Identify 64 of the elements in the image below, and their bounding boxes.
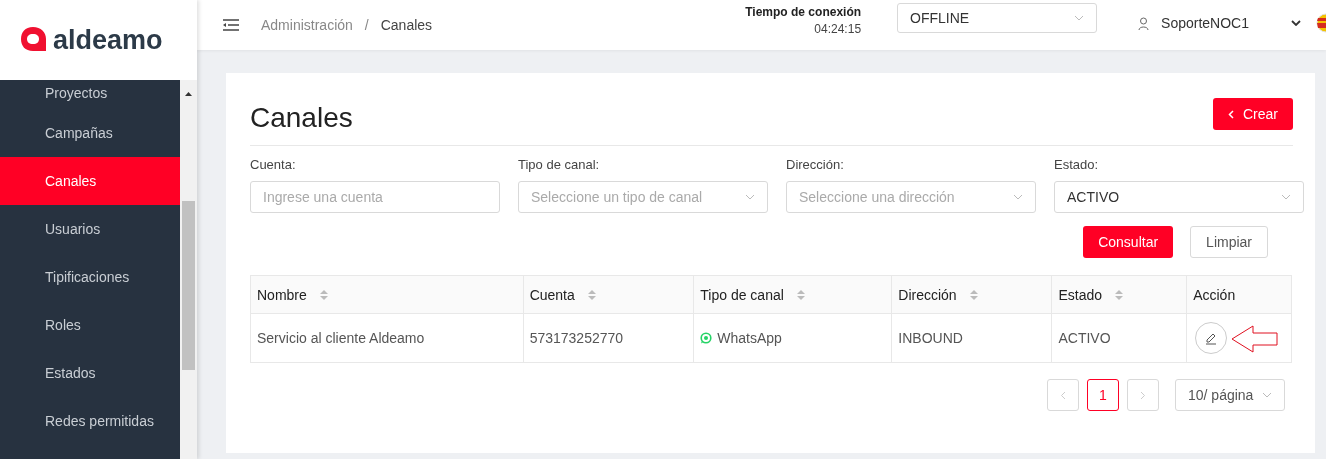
select-field[interactable]: ACTIVO bbox=[1054, 181, 1304, 213]
pencil-icon bbox=[1204, 331, 1219, 345]
page-button[interactable]: 1 bbox=[1087, 379, 1119, 411]
user-name[interactable]: SoporteNOC1 bbox=[1161, 15, 1249, 31]
chevron-down-icon bbox=[1013, 194, 1023, 200]
sort-icon[interactable] bbox=[969, 288, 978, 301]
chevron-right-icon bbox=[1140, 390, 1146, 400]
page-title: Canales bbox=[250, 102, 353, 134]
previous-page-button[interactable] bbox=[1047, 379, 1079, 411]
table-cell: 573173252770 bbox=[523, 313, 694, 363]
column-header[interactable]: Cuenta bbox=[523, 275, 694, 314]
scrollbar[interactable] bbox=[180, 80, 197, 459]
sidebar-item[interactable]: Proyectos bbox=[0, 80, 180, 109]
next-page-button[interactable] bbox=[1127, 379, 1159, 411]
breadcrumb-separator: / bbox=[364, 17, 369, 33]
column-header: Acción bbox=[1186, 275, 1292, 314]
sort-icon[interactable] bbox=[587, 288, 596, 301]
sidebar-item[interactable]: Canales bbox=[0, 157, 180, 205]
sidebar-item[interactable]: Estados bbox=[0, 349, 180, 397]
filter-label: Estado: bbox=[1054, 157, 1100, 172]
breadcrumb-current: Canales bbox=[380, 17, 433, 33]
sort-icon[interactable] bbox=[796, 288, 805, 301]
column-header[interactable]: Tipo de canal bbox=[693, 275, 892, 314]
sidebar-item[interactable]: Roles bbox=[0, 301, 180, 349]
table-cell: WhatsApp bbox=[693, 313, 892, 363]
whatsapp-icon bbox=[700, 331, 713, 344]
page-size-select[interactable]: 10/ página bbox=[1175, 379, 1285, 411]
sort-icon[interactable] bbox=[1115, 288, 1124, 301]
filter-label: Dirección: bbox=[786, 157, 845, 172]
chevron-down-icon bbox=[1074, 15, 1085, 21]
chevron-left-icon bbox=[1228, 109, 1234, 119]
sidebar-item[interactable]: Usuarios bbox=[0, 205, 180, 253]
chevron-down-icon bbox=[1262, 392, 1272, 398]
connection-time: 04:24:15 bbox=[814, 21, 862, 38]
chevron-down-icon[interactable] bbox=[1291, 20, 1301, 26]
menu-icon[interactable] bbox=[223, 19, 239, 31]
sidebar-item[interactable]: Tipificaciones bbox=[0, 253, 180, 301]
arrow-drawing bbox=[1231, 325, 1280, 353]
table-cell: Servicio al cliente Aldeamo bbox=[250, 313, 524, 363]
connection-label: Tiempo de conexión bbox=[745, 4, 862, 21]
sidebar-item[interactable]: Campañas bbox=[0, 109, 180, 157]
brand-name: aldeamo bbox=[53, 24, 163, 56]
flag-icon[interactable] bbox=[1316, 13, 1326, 33]
input-field[interactable]: Ingrese una cuenta bbox=[250, 181, 500, 213]
column-header[interactable]: Nombre bbox=[250, 275, 524, 314]
sort-icon[interactable] bbox=[319, 288, 328, 301]
filter-label: Cuenta: bbox=[250, 157, 297, 172]
table-cell: INBOUND bbox=[891, 313, 1052, 363]
user-icon bbox=[1138, 16, 1150, 30]
breadcrumb-link[interactable]: Administración bbox=[261, 17, 353, 33]
column-header[interactable]: Dirección bbox=[891, 275, 1052, 314]
table-cell: ACTIVO bbox=[1051, 313, 1187, 363]
chevron-down-icon bbox=[745, 194, 755, 200]
column-header[interactable]: Estado bbox=[1051, 275, 1187, 314]
filter-label: Tipo de canal: bbox=[518, 157, 601, 172]
scroll-up-icon[interactable] bbox=[185, 92, 192, 96]
status-select[interactable]: OFFLINE bbox=[897, 3, 1098, 33]
search-button[interactable]: Consultar bbox=[1083, 226, 1174, 258]
edit-button[interactable] bbox=[1195, 322, 1228, 354]
chevron-down-icon bbox=[1281, 194, 1291, 200]
clear-button[interactable]: Limpiar bbox=[1190, 226, 1268, 258]
chevron-left-icon bbox=[1060, 390, 1066, 400]
sidebar-item[interactable]: Redes permitidas bbox=[0, 397, 180, 445]
create-button[interactable]: Crear bbox=[1213, 98, 1293, 130]
